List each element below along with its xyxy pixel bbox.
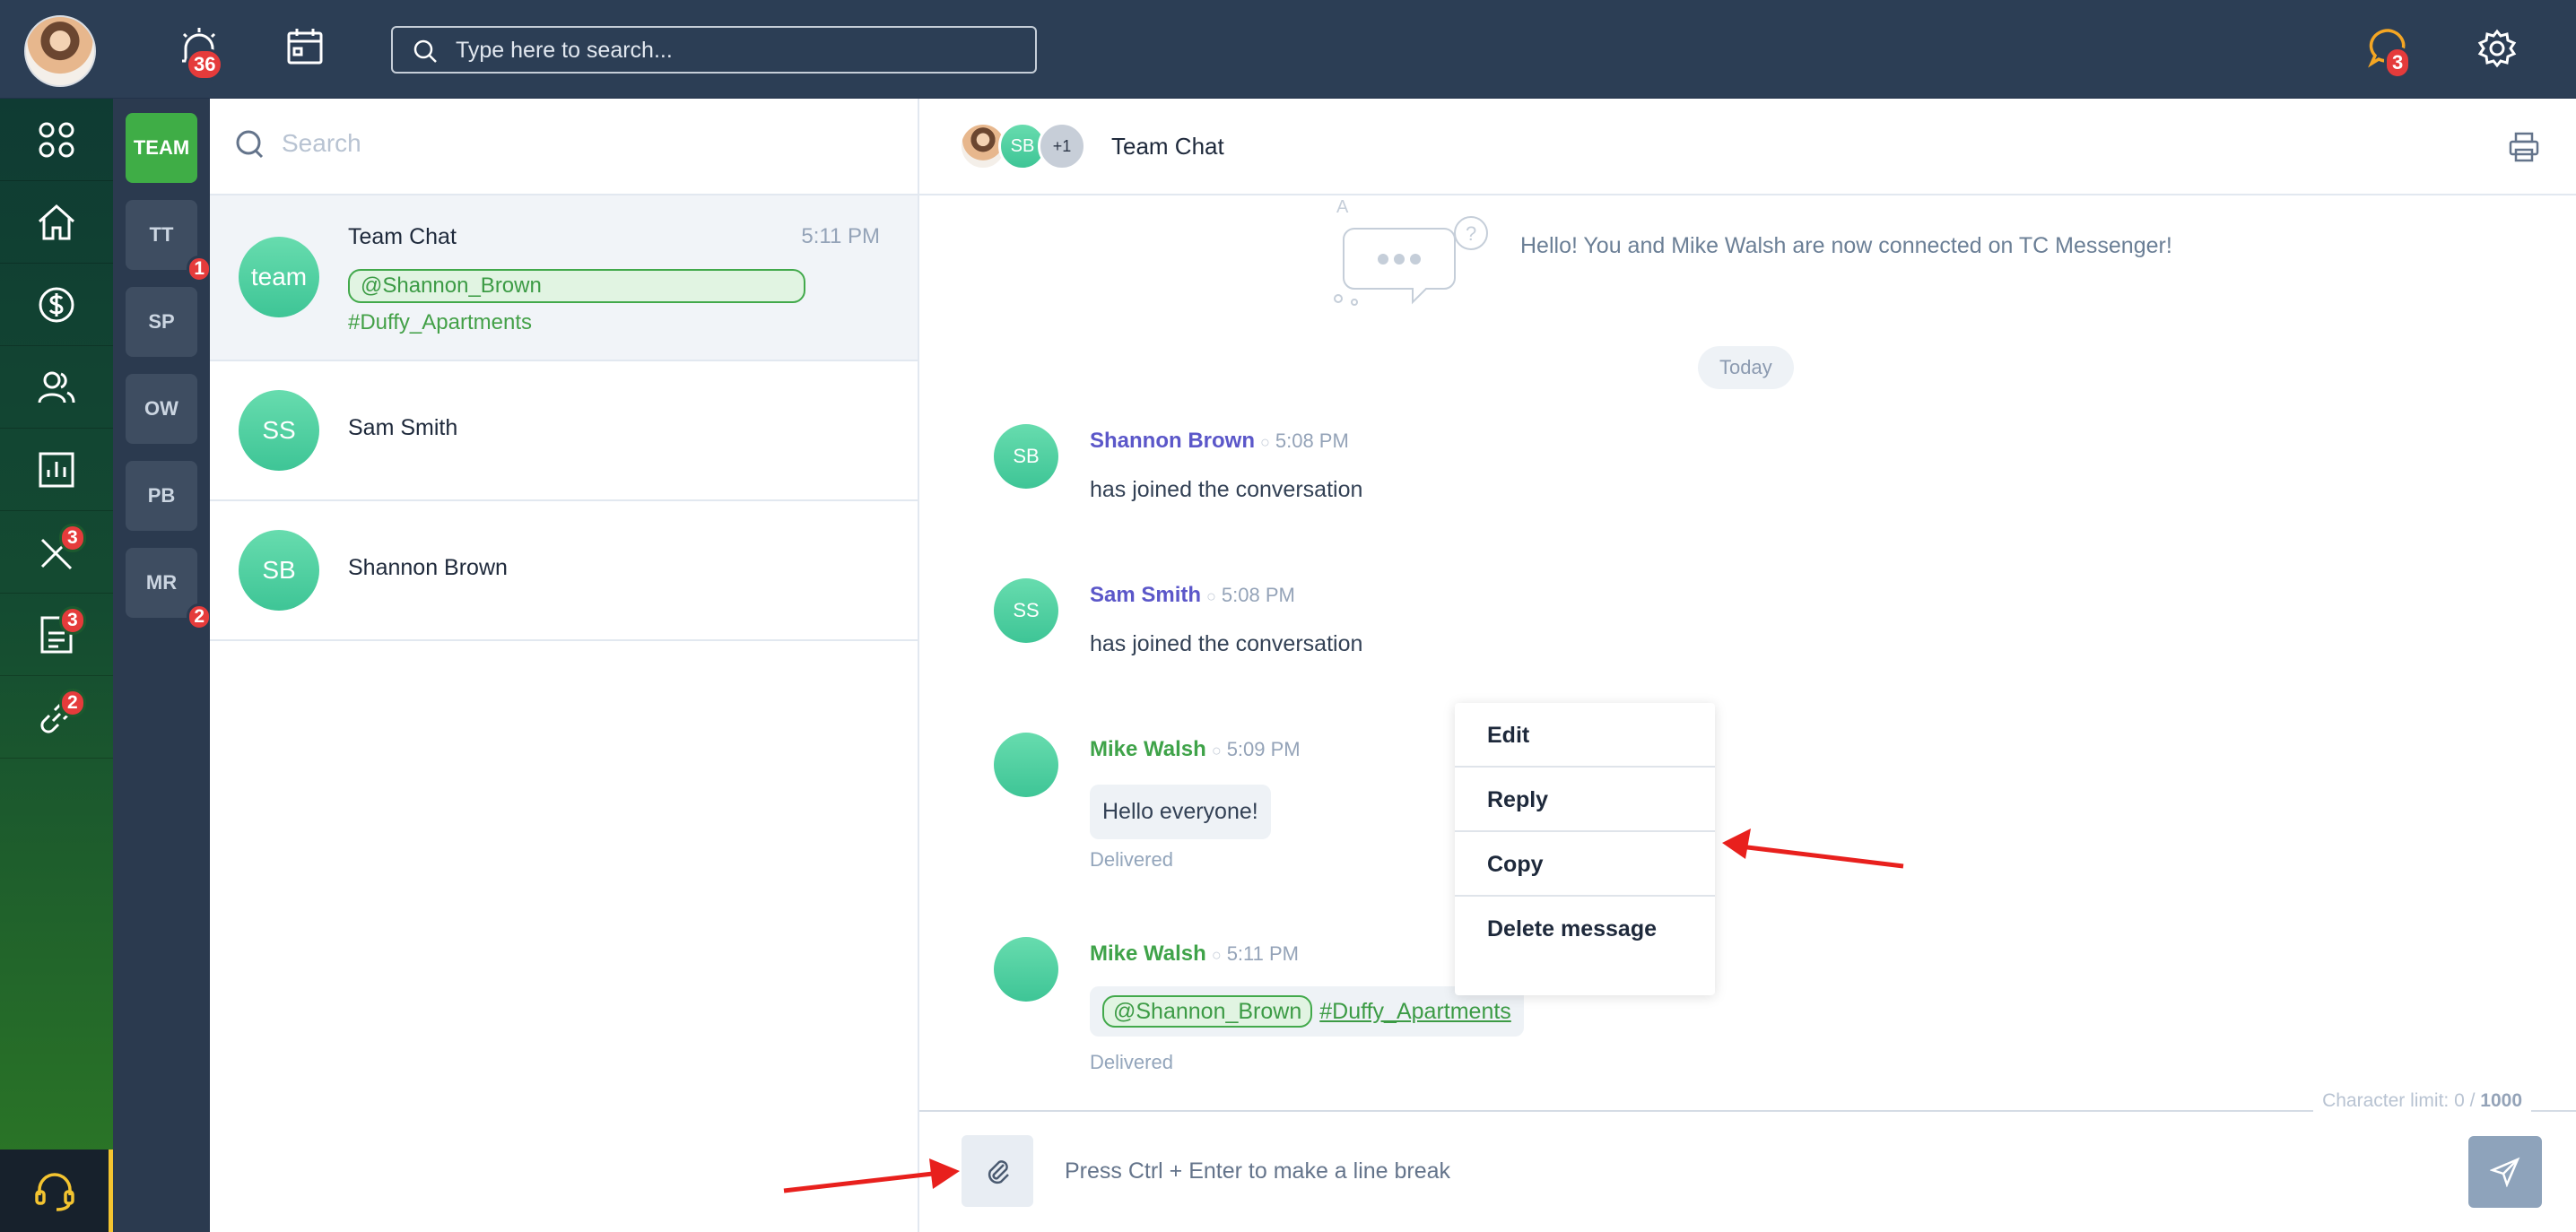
nav-documents[interactable]: 3	[0, 594, 113, 676]
participant-more[interactable]: +1	[1038, 122, 1086, 170]
top-bar: 36 3	[0, 0, 2576, 99]
calendar-icon[interactable]	[285, 27, 325, 71]
delivery-status: Delivered	[1090, 1051, 1173, 1073]
users-icon	[38, 371, 75, 403]
main-nav: 3 3 2	[0, 99, 113, 1232]
chart-icon	[39, 452, 74, 487]
menu-item-copy[interactable]: Copy	[1455, 832, 1715, 897]
message-avatar	[994, 733, 1058, 797]
dollar-icon	[39, 287, 74, 322]
connected-illustration: ? A	[1327, 193, 1507, 314]
message-header: Mike Walsh ○ 5:09 PM	[1090, 737, 1301, 761]
message-sender[interactable]: Mike Walsh	[1090, 737, 1206, 761]
conversation-avatar: team	[239, 237, 319, 317]
print-icon[interactable]	[2508, 131, 2540, 168]
paperclip-icon	[988, 1160, 1009, 1184]
conversation-time: 5:11 PM	[801, 224, 880, 248]
settings-gear-icon[interactable]	[2477, 29, 2517, 73]
conversation-name: Shannon Brown	[348, 555, 508, 580]
message-context-menu: Edit Reply Copy Delete message	[1455, 703, 1715, 995]
message-text: has joined the conversation	[1090, 477, 1363, 502]
chat-notification-badge: 3	[2384, 47, 2412, 79]
menu-item-delete[interactable]: Delete message	[1455, 897, 1715, 961]
chat-notification-icon[interactable]: 3	[2368, 27, 2412, 79]
chat-header: SB +1 Team Chat	[919, 99, 2576, 195]
message-time: 5:08 PM	[1221, 584, 1295, 606]
message-text: has joined the conversation	[1090, 631, 1363, 656]
team-chip-ow[interactable]: OW	[126, 374, 197, 444]
system-message: Hello! You and Mike Walsh are now connec…	[1520, 233, 2172, 258]
conversation-avatar: SS	[239, 390, 319, 471]
message-time: 5:11 PM	[1226, 942, 1299, 965]
apps-grid-icon	[39, 122, 74, 157]
team-chip-badge: 2	[187, 603, 212, 630]
message-avatar	[994, 937, 1058, 1002]
support-button[interactable]	[0, 1150, 113, 1232]
message-header: Sam Smith ○ 5:08 PM	[1090, 583, 1295, 607]
user-avatar[interactable]	[24, 15, 96, 87]
team-chip-mr[interactable]: MR 2	[126, 548, 212, 630]
message-input[interactable]	[1065, 1144, 2410, 1198]
team-chip-pb[interactable]: PB	[126, 461, 197, 531]
nav-contacts[interactable]	[0, 346, 113, 429]
nav-links-badge: 2	[59, 689, 86, 717]
conversation-list: team Team Chat 5:11 PM @Shannon_Brown #D…	[210, 99, 919, 1232]
nav-tools[interactable]: 3	[0, 511, 113, 594]
alarm-icon[interactable]: 36	[177, 25, 224, 81]
hashtag: #Duffy_Apartments	[348, 310, 532, 334]
nav-finance[interactable]	[0, 264, 113, 346]
team-chip-badge: 1	[187, 256, 212, 282]
message-header: Shannon Brown ○ 5:08 PM	[1090, 429, 1349, 453]
global-search[interactable]	[391, 26, 1037, 74]
conversation-item-shannon-brown[interactable]: SB Shannon Brown	[210, 501, 918, 641]
message-avatar: SS	[994, 578, 1058, 643]
date-divider: Today	[1698, 346, 1794, 389]
message-sender[interactable]: Sam Smith	[1090, 583, 1201, 607]
message-sender[interactable]: Shannon Brown	[1090, 429, 1255, 453]
nav-reports[interactable]	[0, 429, 113, 511]
nav-apps[interactable]	[0, 99, 113, 181]
message-time: 5:09 PM	[1226, 738, 1301, 760]
conversation-avatar: SB	[239, 530, 319, 611]
nav-links[interactable]: 2	[0, 676, 113, 759]
hashtag-link[interactable]: #Duffy_Apartments	[1319, 999, 1511, 1024]
message-avatar: SB	[994, 424, 1058, 489]
message-time: 5:08 PM	[1275, 429, 1349, 452]
nav-tools-badge: 3	[59, 524, 86, 552]
conversation-search[interactable]	[210, 99, 918, 195]
chat-panel: SB +1 Team Chat ? A Hello! You and Mike …	[919, 99, 2576, 1232]
team-switcher: TEAM TT 1 SP OW PB MR 2	[113, 99, 212, 1232]
conversation-name: Team Chat	[348, 224, 457, 249]
search-icon	[236, 130, 264, 159]
conversation-name: Sam Smith	[348, 415, 458, 440]
message-sender[interactable]: Mike Walsh	[1090, 941, 1206, 966]
svg-text:?: ?	[1466, 222, 1476, 245]
nav-documents-badge: 3	[59, 606, 86, 635]
character-limit: Character limit: 0 / 1000	[2313, 1090, 2531, 1112]
conversation-item-team-chat[interactable]: team Team Chat 5:11 PM @Shannon_Brown #D…	[210, 195, 918, 361]
message-header: Mike Walsh ○ 5:11 PM	[1090, 941, 1299, 966]
menu-item-edit[interactable]: Edit	[1455, 703, 1715, 768]
global-search-input[interactable]	[456, 36, 1012, 65]
send-icon	[2490, 1157, 2520, 1187]
message-bubble[interactable]: Hello everyone!	[1090, 785, 1271, 839]
headset-icon	[34, 1173, 74, 1211]
menu-item-reply[interactable]: Reply	[1455, 768, 1715, 832]
team-chip-tt[interactable]: TT 1	[126, 200, 212, 282]
conversation-search-input[interactable]	[282, 129, 820, 158]
home-icon	[38, 204, 75, 239]
nav-home[interactable]	[0, 181, 113, 264]
team-chip-sp[interactable]: SP	[126, 287, 197, 357]
mention-tag[interactable]: @Shannon_Brown	[1102, 995, 1313, 1028]
send-button[interactable]	[2468, 1136, 2542, 1208]
alarm-badge: 36	[186, 48, 224, 81]
chat-title: Team Chat	[1111, 133, 1224, 160]
team-chip-team[interactable]: TEAM	[126, 113, 197, 183]
delivery-status: Delivered	[1090, 848, 1173, 871]
svg-text:A: A	[1336, 197, 1349, 217]
search-icon	[413, 39, 437, 63]
mention-tag: @Shannon_Brown	[348, 269, 805, 303]
conversation-item-sam-smith[interactable]: SS Sam Smith	[210, 361, 918, 501]
attach-button[interactable]	[962, 1135, 1033, 1207]
